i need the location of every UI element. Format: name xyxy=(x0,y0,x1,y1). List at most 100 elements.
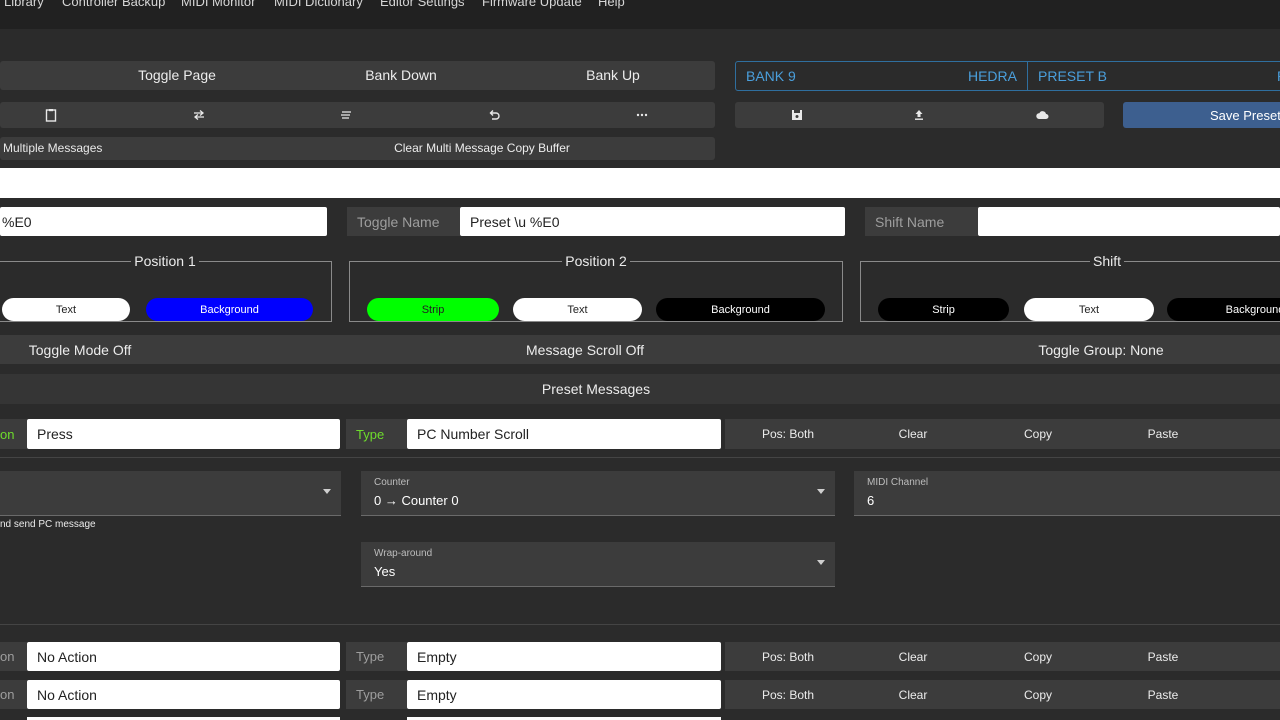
preset-messages-title: Preset Messages xyxy=(541,381,651,397)
preset-messages-header[interactable]: Preset Messages xyxy=(0,374,1280,404)
chevron-down-icon xyxy=(817,560,825,565)
message-2-action-input[interactable]: No Action xyxy=(27,642,340,671)
message-2-pos-button[interactable]: Pos: Both xyxy=(762,650,814,664)
shift-strip-color[interactable]: Strip xyxy=(878,298,1009,321)
bank-name: BANK 9 xyxy=(746,68,796,84)
upload-icon[interactable] xyxy=(912,108,926,122)
message-1-paste-button[interactable]: Paste xyxy=(1148,427,1179,441)
menu-controller-backup[interactable]: Controller Backup xyxy=(62,0,165,9)
position-1-text-color[interactable]: Text xyxy=(2,298,130,321)
more-icon[interactable] xyxy=(635,108,649,122)
message-1-copy-button[interactable]: Copy xyxy=(1024,427,1052,441)
toggle-group-button[interactable]: Toggle Group: None xyxy=(1038,342,1163,358)
counter-caption: Counter xyxy=(374,477,410,488)
multi-message-bar: Multiple Messages Clear Multi Message Co… xyxy=(0,137,715,160)
shift-name-label: Shift Name xyxy=(865,207,978,236)
midi-channel-value: 6 xyxy=(867,493,875,508)
multiple-messages-button[interactable]: Multiple Messages xyxy=(3,141,102,155)
shift-text-color[interactable]: Text xyxy=(1024,298,1154,321)
menu-library[interactable]: Library xyxy=(4,0,44,9)
preset-name: PRESET B xyxy=(1038,68,1107,84)
message-3-pos-button[interactable]: Pos: Both xyxy=(762,688,814,702)
position-2-strip-color[interactable]: Strip xyxy=(367,298,499,321)
counter-value: 0 → Counter 0 xyxy=(374,493,459,508)
message-2-type-tag: Type xyxy=(346,642,407,671)
shift-title: Shift xyxy=(1093,253,1122,269)
file-icon-toolbar xyxy=(735,102,1104,128)
undo-icon[interactable] xyxy=(487,108,501,122)
position-1-title: Position 1 xyxy=(134,253,196,269)
message-1-divider xyxy=(0,457,1280,458)
message-2-copy-button[interactable]: Copy xyxy=(1024,650,1052,664)
message-2-type-input[interactable]: Empty xyxy=(407,642,721,671)
shift-background-color[interactable]: Background xyxy=(1167,298,1280,321)
message-1-actions: Pos: Both Clear Copy Paste xyxy=(725,419,1280,449)
shift-group: Shift Strip Text Background xyxy=(860,253,1280,322)
message-1-type-tag: Type xyxy=(346,419,407,449)
list-icon[interactable] xyxy=(339,108,353,122)
message-1-first-dropdown[interactable] xyxy=(0,471,341,516)
message-3-actions: Pos: Both Clear Copy Paste xyxy=(725,680,1280,709)
message-3-type-tag: Type xyxy=(346,680,407,709)
message-2-paste-button[interactable]: Paste xyxy=(1148,650,1179,664)
preset-display[interactable]: PRESET B P xyxy=(1027,61,1280,91)
save-preset-label: Save Preset xyxy=(1210,108,1280,123)
page-toolbar: Toggle Page Bank Down Bank Up xyxy=(0,61,715,90)
toggle-name-input[interactable]: Preset \u %E0 xyxy=(460,207,845,236)
clear-multi-copy-buffer-button[interactable]: Clear Multi Message Copy Buffer xyxy=(394,141,570,155)
message-2-action-tag: on xyxy=(0,642,27,671)
toggle-mode-button[interactable]: Toggle Mode Off xyxy=(29,342,131,358)
counter-dropdown[interactable]: Counter 0 → Counter 0 xyxy=(361,471,835,516)
midi-channel-field[interactable]: MIDI Channel 6 xyxy=(854,471,1280,516)
position-2-background-color[interactable]: Background xyxy=(656,298,825,321)
message-1-clear-button[interactable]: Clear xyxy=(899,427,928,441)
message-3-type-input[interactable]: Empty xyxy=(407,680,721,709)
cloud-icon[interactable] xyxy=(1035,108,1049,122)
position-1-background-color[interactable]: Background xyxy=(146,298,313,321)
wrap-around-caption: Wrap-around xyxy=(374,548,433,559)
position-1-group: Position 1 Text Background xyxy=(0,253,332,322)
menu-editor-settings[interactable]: Editor Settings xyxy=(380,0,465,9)
position-2-title: Position 2 xyxy=(565,253,627,269)
message-1-pos-button[interactable]: Pos: Both xyxy=(762,427,814,441)
toggle-name-label: Toggle Name xyxy=(347,207,460,236)
bank-right-label: HEDRA xyxy=(967,68,1017,84)
message-1-type-input[interactable]: PC Number Scroll xyxy=(407,419,721,449)
edit-icon-toolbar xyxy=(0,102,715,128)
position-2-group: Position 2 Strip Text Background xyxy=(349,253,843,322)
save-preset-button[interactable]: Save Preset xyxy=(1123,102,1280,128)
message-3-action-tag: on xyxy=(0,680,27,709)
shift-name-input[interactable] xyxy=(978,207,1280,236)
message-3-action-input[interactable]: No Action xyxy=(27,680,340,709)
message-3-paste-button[interactable]: Paste xyxy=(1148,688,1179,702)
clipboard-icon[interactable] xyxy=(44,108,58,122)
message-1-description: nd send PC message xyxy=(0,519,96,530)
bank-display[interactable]: BANK 9 HEDRA xyxy=(735,61,1028,91)
menu-midi-dictionary[interactable]: MIDI Dictionary xyxy=(274,0,363,9)
message-1-action-input[interactable]: Press xyxy=(27,419,340,449)
message-scroll-button[interactable]: Message Scroll Off xyxy=(526,342,644,358)
chevron-down-icon xyxy=(323,489,331,494)
message-3-clear-button[interactable]: Clear xyxy=(899,688,928,702)
mode-bar: Toggle Mode Off Message Scroll Off Toggl… xyxy=(0,335,1280,364)
message-1-action-tag: on xyxy=(0,419,27,449)
position-2-text-color[interactable]: Text xyxy=(513,298,642,321)
message-detail-divider xyxy=(0,624,1280,625)
menu-midi-monitor[interactable]: MIDI Monitor xyxy=(181,0,255,9)
preset-name-input[interactable]: %E0 xyxy=(0,207,327,236)
name-banner xyxy=(0,168,1280,198)
menu-firmware-update[interactable]: Firmware Update xyxy=(482,0,582,9)
message-2-clear-button[interactable]: Clear xyxy=(899,650,928,664)
wrap-around-value: Yes xyxy=(374,564,396,579)
save-icon[interactable] xyxy=(790,108,804,122)
chevron-down-icon xyxy=(817,489,825,494)
menu-help[interactable]: Help xyxy=(598,0,625,9)
message-3-copy-button[interactable]: Copy xyxy=(1024,688,1052,702)
message-2-actions: Pos: Both Clear Copy Paste xyxy=(725,642,1280,671)
bank-down-button[interactable]: Bank Down xyxy=(365,67,437,83)
swap-icon[interactable] xyxy=(192,108,206,122)
wrap-around-dropdown[interactable]: Wrap-around Yes xyxy=(361,542,835,587)
bank-up-button[interactable]: Bank Up xyxy=(586,67,640,83)
toggle-page-button[interactable]: Toggle Page xyxy=(138,67,216,83)
midi-channel-caption: MIDI Channel xyxy=(867,477,929,488)
